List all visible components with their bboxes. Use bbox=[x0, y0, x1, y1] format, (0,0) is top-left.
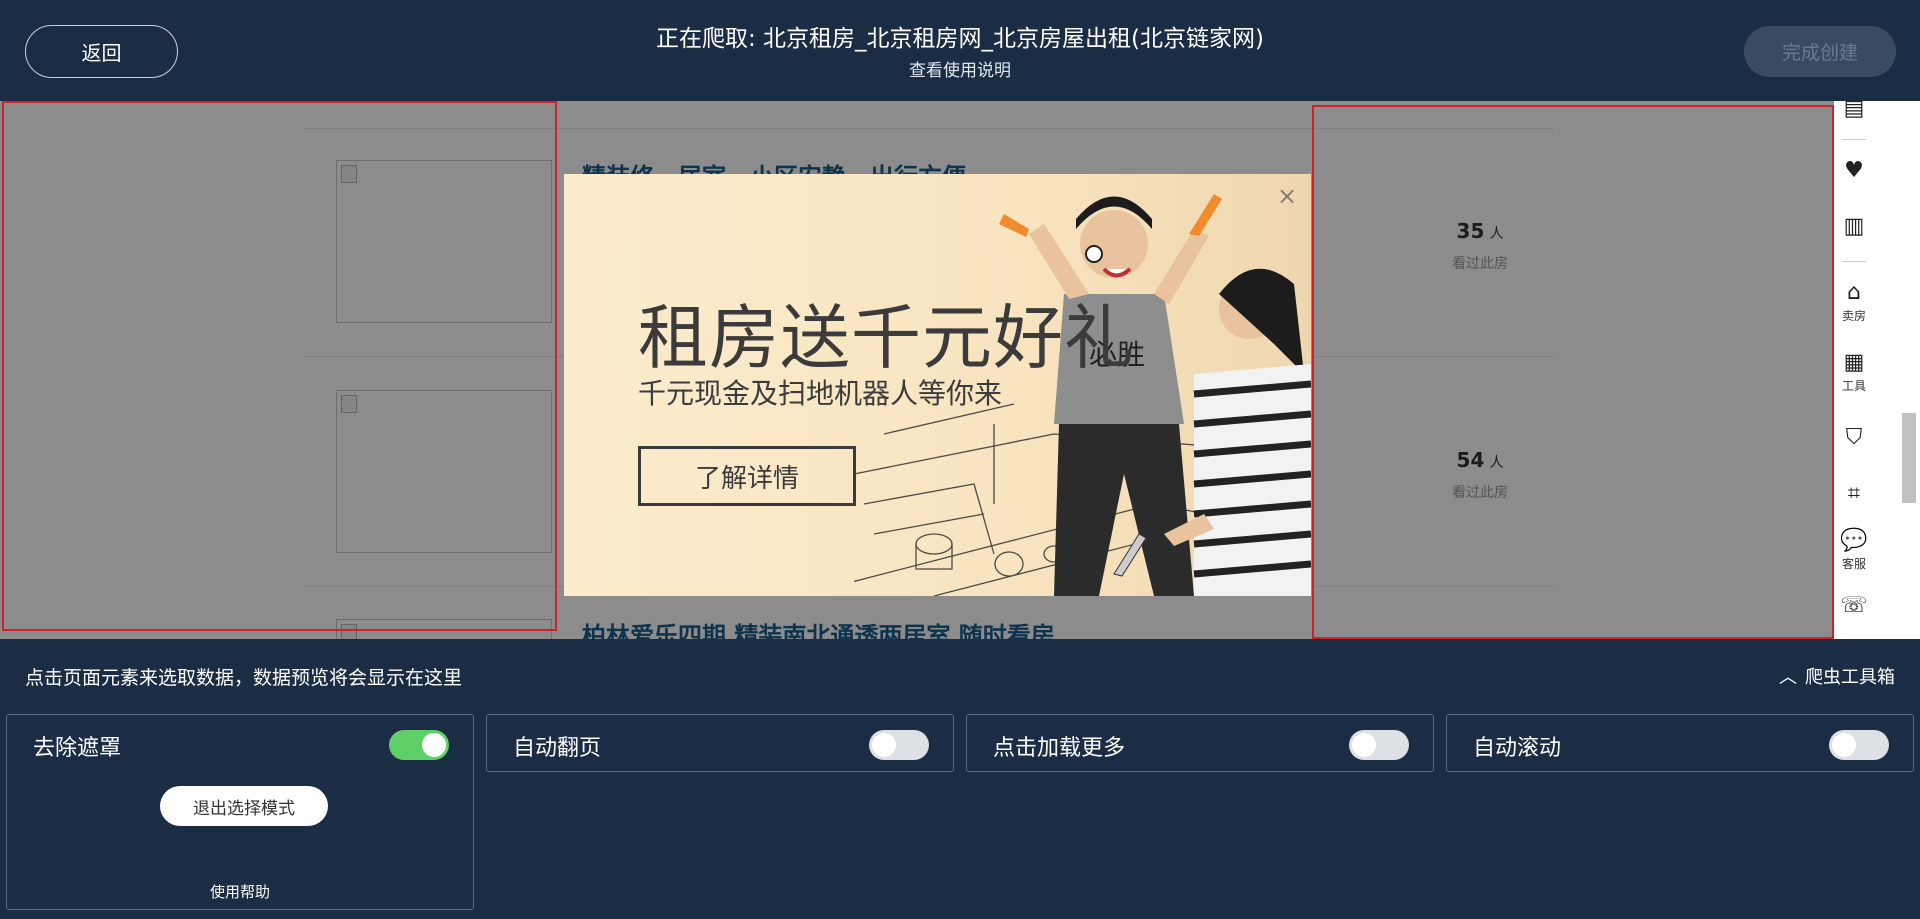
tools-grid-icon: ▦ bbox=[1843, 350, 1865, 375]
sell-house-icon: ⌂ bbox=[1847, 280, 1861, 305]
shield-icon: ⛉ bbox=[1845, 425, 1863, 450]
toolbox-toggle[interactable]: ︿ 爬虫工具箱 bbox=[1779, 663, 1895, 689]
side-item-label: 卖房 bbox=[1841, 309, 1866, 323]
usage-guide-link[interactable]: 查看使用说明 bbox=[0, 56, 1920, 81]
side-divider bbox=[1842, 139, 1866, 140]
top-header: 返回 正在爬取: 北京租房_北京租房网_北京房屋出租(北京链家网) 查看使用说明… bbox=[0, 0, 1920, 101]
option-auto-scroll: 自动滚动 bbox=[1446, 714, 1914, 772]
toolbox-label: 爬虫工具箱 bbox=[1805, 667, 1895, 688]
compare-building-icon: ▥ bbox=[1843, 214, 1865, 239]
chevron-up-icon: ︿ bbox=[1779, 667, 1797, 688]
list-icon: ▤ bbox=[1843, 101, 1865, 121]
side-item-scan[interactable]: ⌗ bbox=[1834, 482, 1874, 506]
promo-popup[interactable]: 必胜 × 租房送千元好礼 千元现金及扫地机器人等你来 了解详情 bbox=[564, 174, 1311, 596]
phone-icon: ☏ bbox=[1840, 593, 1868, 618]
auto-paging-toggle[interactable] bbox=[869, 730, 929, 760]
close-icon[interactable]: × bbox=[1275, 184, 1299, 208]
side-item-sell[interactable]: ⌂ 卖房 bbox=[1834, 281, 1874, 324]
finish-create-button[interactable]: 完成创建 bbox=[1744, 26, 1896, 77]
help-link[interactable]: 使用帮助 bbox=[7, 881, 473, 902]
side-item-label: 客服 bbox=[1841, 557, 1866, 571]
crawler-panel: 点击页面元素来选取数据，数据预览将会显示在这里 ︿ 爬虫工具箱 去除遮罩 退出选… bbox=[0, 639, 1920, 919]
selection-hint: 点击页面元素来选取数据，数据预览将会显示在这里 bbox=[25, 667, 463, 689]
scan-icon: ⌗ bbox=[1847, 481, 1861, 506]
auto-scroll-toggle[interactable] bbox=[1829, 730, 1889, 760]
exit-selection-button[interactable]: 退出选择模式 bbox=[160, 786, 328, 826]
learn-more-button[interactable]: 了解详情 bbox=[638, 446, 856, 506]
chat-icon: 💬 bbox=[1840, 528, 1868, 553]
side-item-label: 工具 bbox=[1841, 379, 1866, 393]
side-item-phone[interactable]: ☏ bbox=[1834, 594, 1874, 618]
page-title: 正在爬取: 北京租房_北京租房网_北京房屋出租(北京链家网) bbox=[655, 26, 1264, 52]
option-auto-paging: 自动翻页 bbox=[486, 714, 954, 772]
side-divider bbox=[1842, 261, 1866, 262]
option-label: 自动翻页 bbox=[513, 736, 602, 761]
selection-highlight-right bbox=[1312, 105, 1834, 639]
remove-mask-toggle[interactable] bbox=[389, 730, 449, 760]
side-item-service[interactable]: 💬 客服 bbox=[1834, 529, 1874, 572]
page-scrollbar[interactable] bbox=[1902, 413, 1916, 503]
side-item-list[interactable]: ▤ bbox=[1834, 101, 1874, 121]
option-remove-mask: 去除遮罩 退出选择模式 使用帮助 bbox=[6, 714, 474, 910]
option-load-more: 点击加载更多 bbox=[966, 714, 1434, 772]
side-item-favorites[interactable]: ♥ bbox=[1834, 159, 1874, 183]
option-label: 自动滚动 bbox=[1473, 736, 1562, 761]
site-side-toolbar: ▤ ♥ ▥ ⌂ 卖房 ▦ 工具 ⛉ ⌗ 💬 客服 ☏ bbox=[1834, 101, 1920, 639]
option-label: 点击加载更多 bbox=[993, 736, 1126, 761]
ad-title: 租房送千元好礼 bbox=[638, 297, 1135, 379]
selection-highlight-left bbox=[2, 101, 557, 631]
load-more-toggle[interactable] bbox=[1349, 730, 1409, 760]
side-item-shield[interactable]: ⛉ bbox=[1834, 426, 1874, 450]
web-view: 精装修一居室，小区安静，出行方便 35 人 看过此房 54 人 看过此房 柏林爱… bbox=[0, 101, 1920, 639]
side-item-compare[interactable]: ▥ bbox=[1834, 215, 1874, 239]
ad-subtitle: 千元现金及扫地机器人等你来 bbox=[638, 377, 1003, 410]
side-item-tools[interactable]: ▦ 工具 bbox=[1834, 351, 1874, 394]
heart-icon: ♥ bbox=[1844, 158, 1864, 183]
option-label: 去除遮罩 bbox=[33, 736, 122, 761]
